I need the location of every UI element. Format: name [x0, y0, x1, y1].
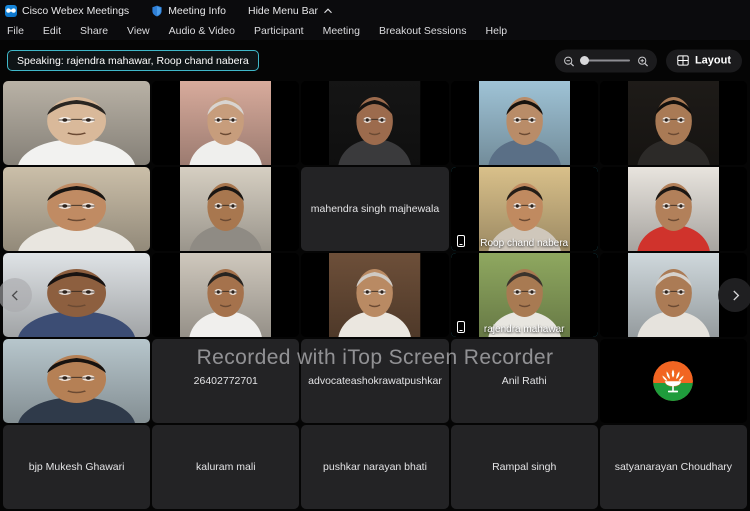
participant-tile[interactable]	[599, 167, 747, 251]
participant-tile[interactable]	[152, 253, 300, 337]
video-stream	[180, 253, 272, 337]
video-stream	[478, 81, 570, 165]
next-page-button[interactable]	[718, 278, 750, 312]
shield-icon	[151, 5, 163, 17]
menu-item-file[interactable]: File	[6, 24, 25, 38]
video-grid-area: Recorded with iTop Screen Recorder mahen…	[0, 81, 750, 509]
video-stream	[627, 81, 720, 165]
layout-label: Layout	[694, 54, 731, 67]
menu-item-participant[interactable]: Participant	[253, 24, 305, 38]
webex-logo-icon	[5, 4, 17, 17]
menu-item-meeting[interactable]: Meeting	[322, 24, 361, 38]
view-controls: Layout	[554, 49, 742, 72]
participant-tile[interactable]: advocateashokrawatpushkar	[301, 339, 449, 423]
menu-item-breakout-sessions[interactable]: Breakout Sessions	[378, 24, 468, 38]
participant-tile[interactable]: Rampal singh	[450, 425, 598, 509]
video-feed	[3, 167, 151, 251]
video-feed	[152, 167, 300, 251]
menu-item-help[interactable]: Help	[485, 24, 509, 38]
participant-tile[interactable]: pushkar narayan bhati	[301, 425, 449, 509]
participant-tile[interactable]: Anil Rathi	[450, 339, 598, 423]
participant-grid: mahendra singh majhewala Roop chand nabe…	[3, 81, 747, 509]
video-stream	[180, 81, 272, 165]
title-bar: Cisco Webex Meetings Meeting Info Hide M…	[0, 0, 750, 21]
app-title: Cisco Webex Meetings	[22, 4, 130, 17]
participant-tile[interactable]: bjp Mukesh Ghawari	[3, 425, 151, 509]
menu-item-audio-and-video[interactable]: Audio & Video	[168, 24, 236, 38]
participant-tile[interactable]: kaluram mali	[152, 425, 300, 509]
video-feed	[599, 167, 747, 251]
video-stream	[329, 81, 421, 165]
participant-name-label: pushkar narayan bhati	[323, 460, 427, 473]
app-identity: Cisco Webex Meetings	[5, 4, 130, 17]
meeting-info-label: Meeting Info	[168, 4, 226, 17]
layout-button[interactable]: Layout	[665, 49, 742, 72]
bjp-party-logo-icon	[653, 361, 694, 401]
participant-tile[interactable]	[599, 81, 747, 165]
video-stream	[627, 167, 720, 251]
zoom-in-icon[interactable]	[637, 55, 649, 67]
video-stream	[3, 81, 151, 165]
video-stream	[3, 167, 151, 251]
video-stream	[627, 253, 720, 337]
video-feed	[152, 253, 300, 337]
participant-tile-active[interactable]: rajendra mahawar	[450, 253, 598, 337]
participant-tile[interactable]	[152, 81, 300, 165]
participant-tile[interactable]	[3, 167, 151, 251]
webex-meetings-window: Cisco Webex Meetings Meeting Info Hide M…	[0, 0, 750, 511]
zoom-slider-track[interactable]	[579, 56, 630, 65]
participant-tile[interactable]	[301, 253, 449, 337]
video-stream	[180, 167, 272, 251]
video-feed	[3, 81, 151, 165]
meeting-info-button[interactable]: Meeting Info	[151, 5, 226, 17]
hide-menu-bar-button[interactable]: Hide Menu Bar	[248, 5, 333, 17]
participant-tile[interactable]: mahendra singh majhewala	[301, 167, 449, 251]
video-stream	[3, 339, 151, 423]
speaking-label: Speaking: rajendra mahawar, Roop chand n…	[17, 54, 249, 67]
participant-name-label: Anil Rathi	[501, 374, 547, 387]
video-feed	[301, 253, 449, 337]
participant-tile[interactable]	[3, 339, 151, 423]
participant-tile-active[interactable]: Roop chand nabera	[450, 167, 598, 251]
zoom-out-icon[interactable]	[563, 55, 575, 67]
participant-name-label: 26402772701	[193, 374, 258, 387]
participant-tile[interactable]	[3, 81, 151, 165]
menu-item-share[interactable]: Share	[79, 24, 109, 38]
menu-item-edit[interactable]: Edit	[42, 24, 62, 38]
participant-name-label: satyanarayan Choudhary	[614, 460, 733, 473]
video-feed	[301, 81, 449, 165]
zoom-slider-group[interactable]	[554, 49, 657, 72]
menu-item-view[interactable]: View	[126, 24, 151, 38]
participant-name-label: Rampal singh	[492, 460, 557, 473]
menu-bar: File Edit Share View Audio & Video Parti…	[0, 21, 750, 40]
toolbar-strip: Speaking: rajendra mahawar, Roop chand n…	[0, 40, 750, 81]
grid-icon	[677, 55, 689, 67]
participant-name-label: advocateashokrawatpushkar	[308, 374, 442, 387]
chevron-up-icon	[323, 6, 333, 16]
video-feed	[450, 81, 598, 165]
participant-tile[interactable]	[599, 339, 747, 423]
participant-name-label: rajendra mahawar	[483, 324, 565, 335]
participant-tile[interactable]	[301, 81, 449, 165]
hide-menu-bar-label: Hide Menu Bar	[247, 4, 319, 17]
participant-tile[interactable]	[152, 167, 300, 251]
speaking-indicator: Speaking: rajendra mahawar, Roop chand n…	[7, 50, 259, 71]
zoom-slider-thumb[interactable]	[579, 56, 589, 65]
participant-name-label: kaluram mali	[196, 460, 256, 473]
video-stream	[329, 253, 421, 337]
participant-name-label: Roop chand nabera	[480, 238, 569, 249]
video-feed	[599, 81, 747, 165]
participant-tile[interactable]	[450, 81, 598, 165]
video-feed	[152, 81, 300, 165]
participant-tile[interactable]: satyanarayan Choudhary	[599, 425, 747, 509]
participant-name-label: mahendra singh majhewala	[310, 202, 440, 215]
video-feed	[3, 339, 151, 423]
participant-tile[interactable]: 26402772701	[152, 339, 300, 423]
participant-name-label: bjp Mukesh Ghawari	[28, 460, 125, 473]
